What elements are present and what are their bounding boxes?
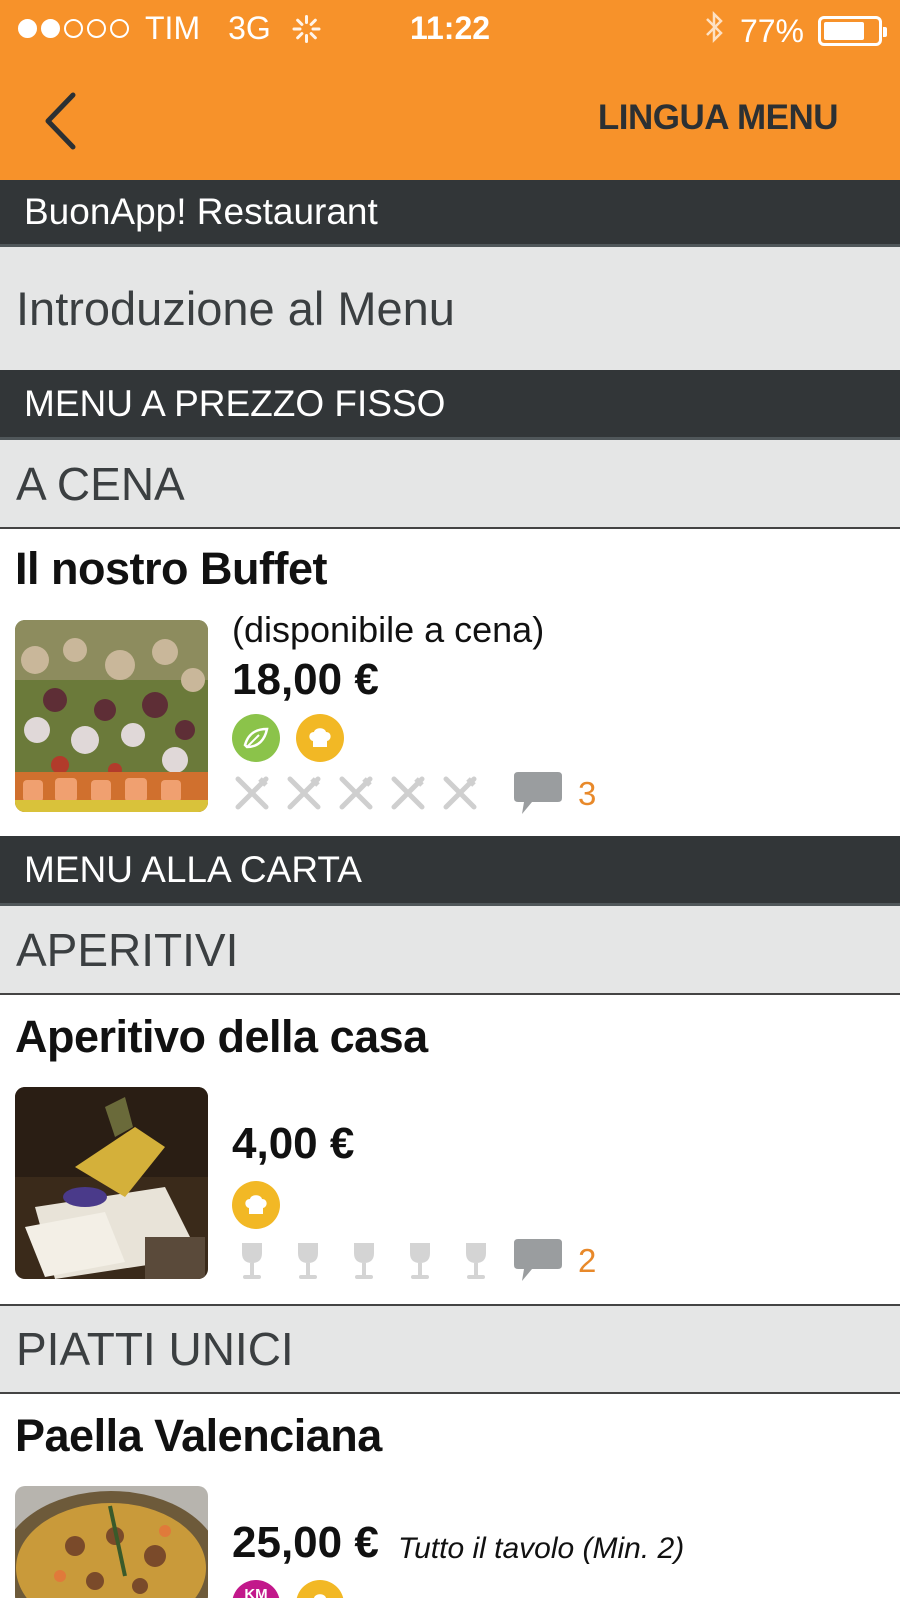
- paella-photo: [15, 1486, 208, 1598]
- aperitivo-photo: [15, 1087, 208, 1279]
- chef-hat-icon: [296, 1580, 344, 1598]
- item-price: 4,00 €: [232, 1119, 355, 1168]
- item-description: (disponibile a cena): [232, 609, 545, 650]
- comments-button[interactable]: 2: [512, 1237, 596, 1285]
- status-bar: TIM 3G 11:22 77%: [0, 0, 900, 58]
- buffet-photo: [15, 620, 208, 812]
- section-header: MENU A PREZZO FISSO: [0, 370, 900, 440]
- chevron-left-icon: [45, 92, 76, 150]
- section-header: MENU ALLA CARTA: [0, 836, 900, 906]
- km-badge-label: KM: [244, 1585, 268, 1598]
- item-name: Aperitivo della casa: [15, 1011, 428, 1062]
- wine-glass-icon: [298, 1243, 318, 1279]
- speech-bubble-icon: [514, 1239, 562, 1281]
- category-header[interactable]: A CENA: [0, 440, 900, 529]
- intro-menu-link[interactable]: Introduzione al Menu: [0, 247, 900, 370]
- fork-knife-icon: [339, 776, 373, 810]
- wine-glass-icon: [242, 1243, 262, 1279]
- section-title: MENU A PREZZO FISSO: [24, 382, 446, 424]
- rating-fork-knife[interactable]: [232, 773, 480, 813]
- fork-knife-icon: [235, 776, 269, 810]
- category-header[interactable]: PIATTI UNICI: [0, 1304, 900, 1394]
- category-title: A CENA: [16, 457, 185, 510]
- fork-knife-icon: [391, 776, 425, 810]
- back-button[interactable]: [30, 86, 90, 156]
- speech-bubble-icon: [514, 772, 562, 814]
- comment-count: 2: [578, 1242, 597, 1279]
- item-name: Il nostro Buffet: [15, 543, 327, 594]
- fork-knife-icon: [287, 776, 321, 810]
- language-menu-button[interactable]: LINGUA MENU: [598, 98, 839, 138]
- rating-wine-glass[interactable]: [232, 1241, 496, 1281]
- comment-count: 3: [578, 775, 597, 812]
- nav-bar: LINGUA MENU: [0, 58, 900, 180]
- item-price: 18,00 €: [232, 655, 379, 704]
- battery-percent: 77%: [739, 12, 804, 49]
- chef-hat-icon: [296, 714, 344, 762]
- price-note: Tutto il tavolo (Min. 2): [398, 1532, 685, 1565]
- fork-knife-icon: [443, 776, 477, 810]
- item-name: Paella Valenciana: [15, 1410, 382, 1461]
- wine-glass-icon: [410, 1243, 430, 1279]
- restaurant-name-bar: BuonApp! Restaurant: [0, 180, 900, 247]
- restaurant-name: BuonApp! Restaurant: [24, 191, 378, 232]
- bluetooth-icon: [704, 10, 726, 52]
- category-title: APERITIVI: [16, 923, 239, 976]
- organic-leaf-icon: [232, 714, 280, 762]
- wine-glass-icon: [354, 1243, 374, 1279]
- battery-icon: [818, 16, 887, 46]
- wine-glass-icon: [466, 1243, 486, 1279]
- section-title: MENU ALLA CARTA: [24, 848, 362, 890]
- comments-button[interactable]: 3: [512, 770, 596, 818]
- intro-menu-label: Introduzione al Menu: [16, 282, 455, 335]
- category-title: PIATTI UNICI: [16, 1323, 294, 1375]
- category-header[interactable]: APERITIVI: [0, 906, 900, 995]
- item-price: 25,00 €: [232, 1518, 379, 1567]
- app-header: TIM 3G 11:22 77% LINGUA MENU: [0, 0, 900, 180]
- km-zero-icon: KM: [232, 1580, 280, 1598]
- chef-hat-icon: [232, 1181, 280, 1229]
